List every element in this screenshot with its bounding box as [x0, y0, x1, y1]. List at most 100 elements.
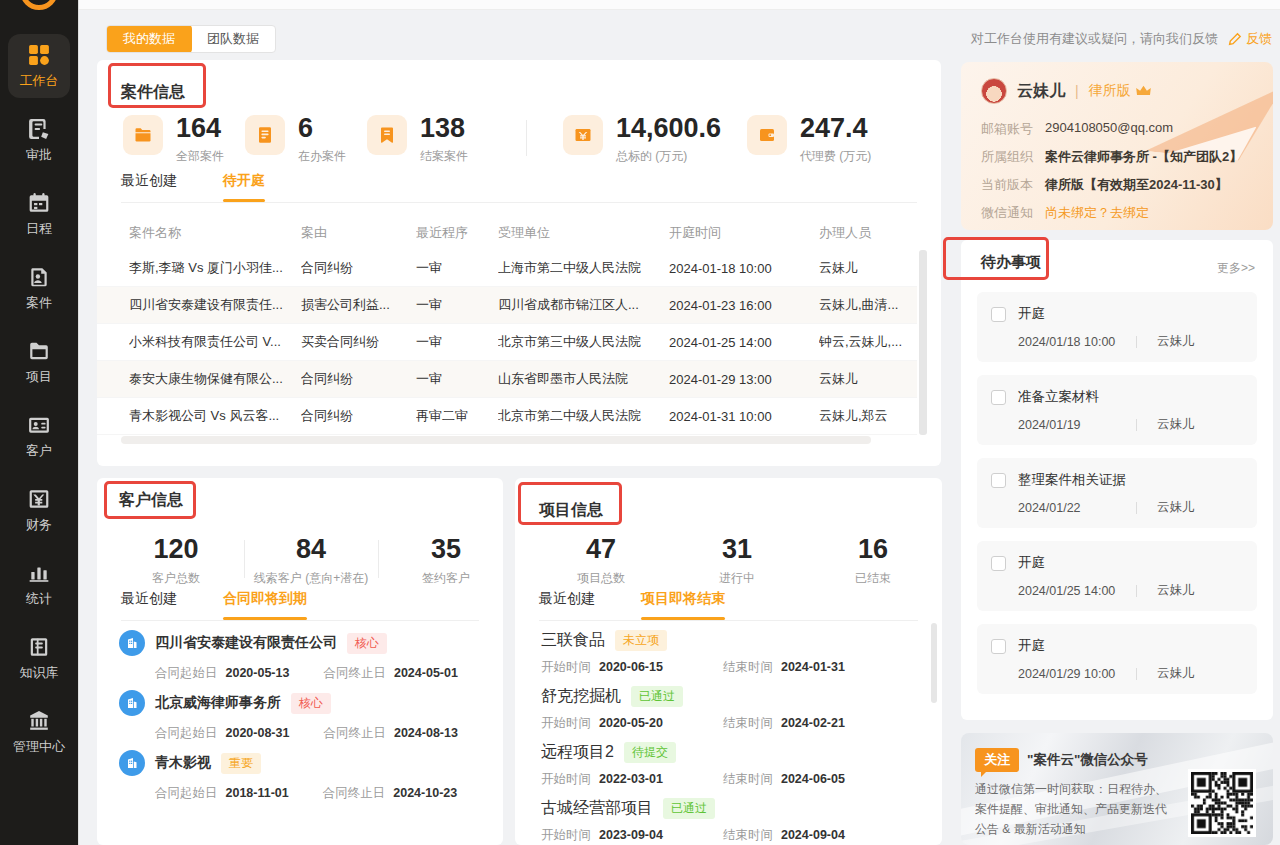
vertical-scrollbar[interactable] [931, 623, 937, 703]
project-list-item[interactable]: 远程项目2待提交 开始时间2022-03-01 结束时间2024-06-05 [541, 742, 922, 788]
approval-icon [28, 118, 50, 140]
todo-checkbox[interactable] [991, 390, 1006, 405]
stat-active-cases: 6在办案件 [245, 115, 346, 165]
todo-owner: 云妹儿 [1157, 333, 1195, 350]
cell-case-name: 小米科技有限责任公司 V... [129, 333, 301, 351]
tab-recent-created[interactable]: 最近创建 [121, 172, 177, 202]
feedback-label: 反馈 [1246, 30, 1272, 48]
sidebar-item-customer[interactable]: 客户 [0, 414, 78, 460]
todo-item[interactable]: 准备立案材料 2024/01/19云妹儿 [977, 375, 1257, 445]
todo-checkbox[interactable] [991, 307, 1006, 322]
customer-list-item[interactable]: 北京威海律师事务所 核心 合同起始日2020-08-31 合同终止日2024-0… [119, 690, 487, 742]
project-list-item[interactable]: 舒克挖掘机已通过 开始时间2020-05-20 结束时间2024-02-21 [541, 686, 922, 732]
tab-pending-court[interactable]: 待开庭 [223, 172, 265, 202]
tab-recent-created[interactable]: 最近创建 [539, 590, 595, 620]
todo-card: 待办事项 更多>> 开庭 2024/01/18 10:00云妹儿 准备立案材料 … [961, 240, 1273, 720]
cell-time: 2024-01-31 10:00 [669, 409, 819, 424]
todo-more-link[interactable]: 更多>> [1217, 260, 1255, 277]
tab-my-data[interactable]: 我的数据 [106, 25, 192, 53]
sidebar-item-label: 知识库 [20, 665, 59, 680]
todo-checkbox[interactable] [991, 473, 1006, 488]
wechat-qr-card: 关注 "案件云"微信公众号 通过微信第一时间获取：日程待办、案件提醒、审批通知、… [961, 733, 1273, 845]
project-name: 古城经营部项目 [541, 799, 653, 816]
todo-item-title: 整理案件相关证据 [1018, 471, 1126, 489]
sidebar-item-stats[interactable]: 统计 [0, 562, 78, 608]
customer-name: 青木影视 [155, 754, 211, 772]
tab-contract-expiring[interactable]: 合同即将到期 [223, 590, 307, 620]
stat-customer-total: 120客户总数 [152, 536, 200, 587]
table-row[interactable]: 四川省安泰建设有限责任... 损害公司利益... 一审 四川省成都市锦江区人..… [97, 287, 917, 324]
stat-all-cases: 164全部案件 [123, 115, 224, 165]
feedback-link[interactable]: 反馈 [1228, 30, 1272, 48]
tab-project-ending[interactable]: 项目即将结束 [641, 590, 725, 620]
todo-item[interactable]: 开庭 2024/01/25 14:00云妹儿 [977, 541, 1257, 611]
stat-closed-cases: 138结案案件 [367, 115, 468, 165]
sidebar-item-label: 财务 [26, 517, 52, 532]
avatar[interactable] [981, 78, 1007, 104]
tab-team-data[interactable]: 团队数据 [191, 26, 275, 52]
todo-item[interactable]: 整理案件相关证据 2024/01/22云妹儿 [977, 458, 1257, 528]
sidebar-item-admin[interactable]: 管理中心 [0, 710, 78, 756]
stat-signed-customers: 35签约客户 [422, 536, 470, 587]
table-row[interactable]: 泰安大康生物保健有限公... 合同纠纷 一审 山东省即墨市人民法院 2024-0… [97, 361, 917, 398]
sidebar-item-schedule[interactable]: 日程 [0, 192, 78, 238]
sidebar-item-label: 审批 [26, 147, 52, 162]
project-list-item[interactable]: 古城经营部项目已通过 开始时间2023-09-04 结束时间2024-09-04 [541, 798, 922, 844]
company-icon [119, 630, 145, 656]
col-header: 案由 [301, 224, 416, 242]
todo-checkbox[interactable] [991, 556, 1006, 571]
stat-total-amount: 14,600.6总标的 (万元) [563, 115, 721, 165]
finance-icon [28, 488, 50, 510]
todo-date: 2024/01/25 14:00 [1018, 584, 1136, 598]
todo-date: 2024/01/18 10:00 [1018, 335, 1136, 349]
sidebar-item-case[interactable]: 案件 [0, 266, 78, 312]
project-name: 舒克挖掘机 [541, 687, 621, 704]
todo-checkbox[interactable] [991, 639, 1006, 654]
col-header: 开庭时间 [669, 224, 819, 242]
cell-cause: 合同纠纷 [301, 259, 416, 277]
col-header: 办理人员 [819, 224, 915, 242]
sidebar-item-approval[interactable]: 审批 [0, 118, 78, 164]
sidebar-item-finance[interactable]: 财务 [0, 488, 78, 534]
sidebar-item-project[interactable]: 项目 [0, 340, 78, 386]
customer-list-item[interactable]: 青木影视 重要 合同起始日2018-11-01 合同终止日2024-10-23 [119, 750, 487, 802]
schedule-icon [28, 192, 50, 214]
stat-project-total: 47项目总数 [577, 536, 625, 587]
sidebar-item-workbench[interactable]: 工作台 [0, 44, 78, 90]
customer-tabs: 最近创建 合同即将到期 [121, 590, 479, 621]
table-row[interactable]: 小米科技有限责任公司 V... 买卖合同纠纷 一审 北京市第三中级人民法院 20… [97, 324, 917, 361]
project-list-item[interactable]: 三联食品未立项 开始时间2020-06-15 结束时间2024-01-31 [541, 630, 922, 676]
sidebar-item-knowledge[interactable]: 知识库 [0, 636, 78, 682]
case-table-header: 案件名称 案由 最近程序 受理单位 开庭时间 办理人员 [97, 216, 917, 250]
project-name: 远程项目2 [541, 743, 614, 760]
todo-item-title: 准备立案材料 [1018, 388, 1099, 406]
cell-handlers: 云妹儿 [819, 370, 915, 388]
tab-recent-created[interactable]: 最近创建 [121, 590, 177, 620]
cell-case-name: 泰安大康生物保健有限公... [129, 370, 301, 388]
wallet-icon [758, 126, 776, 144]
todo-owner: 云妹儿 [1157, 665, 1195, 682]
stat-label: 总标的 (万元) [616, 148, 721, 165]
todo-title: 待办事项 [981, 253, 1041, 272]
workbench-icon [28, 44, 50, 66]
table-row[interactable]: 李斯,李璐 Vs 厦门小羽佳... 合同纠纷 一审 上海市第二中级人民法院 20… [97, 250, 917, 287]
project-section-title: 项目信息 [539, 500, 603, 521]
todo-item[interactable]: 开庭 2024/01/29 10:00云妹儿 [977, 624, 1257, 694]
bind-wechat-link[interactable]: 尚未绑定？去绑定 [1045, 204, 1149, 222]
sidebar-item-label: 日程 [26, 221, 52, 236]
horizontal-scrollbar[interactable] [121, 436, 871, 444]
cell-time: 2024-01-18 10:00 [669, 261, 819, 276]
sidebar: 工作台 审批 日程 案件 项目 客户 财务 统计 知识库 管理中心 [0, 0, 78, 845]
vertical-scrollbar[interactable] [919, 250, 927, 435]
project-name: 三联食品 [541, 631, 605, 648]
cell-time: 2024-01-23 16:00 [669, 298, 819, 313]
customer-name: 北京威海律师事务所 [155, 694, 281, 712]
sidebar-item-label: 统计 [26, 591, 52, 606]
cell-cause: 合同纠纷 [301, 370, 416, 388]
customer-list-item[interactable]: 四川省安泰建设有限责任公司 核心 合同起始日2020-05-13 合同终止日20… [119, 630, 487, 682]
todo-item[interactable]: 开庭 2024/01/18 10:00云妹儿 [977, 292, 1257, 362]
profile-row-version: 当前版本律所版【有效期至2024-11-30】 [981, 176, 1228, 194]
table-row[interactable]: 青木影视公司 Vs 风云客... 合同纠纷 再审二审 北京市第二中级人民法院 2… [97, 398, 917, 435]
follow-badge: 关注 [975, 748, 1019, 772]
cell-time: 2024-01-25 14:00 [669, 335, 819, 350]
